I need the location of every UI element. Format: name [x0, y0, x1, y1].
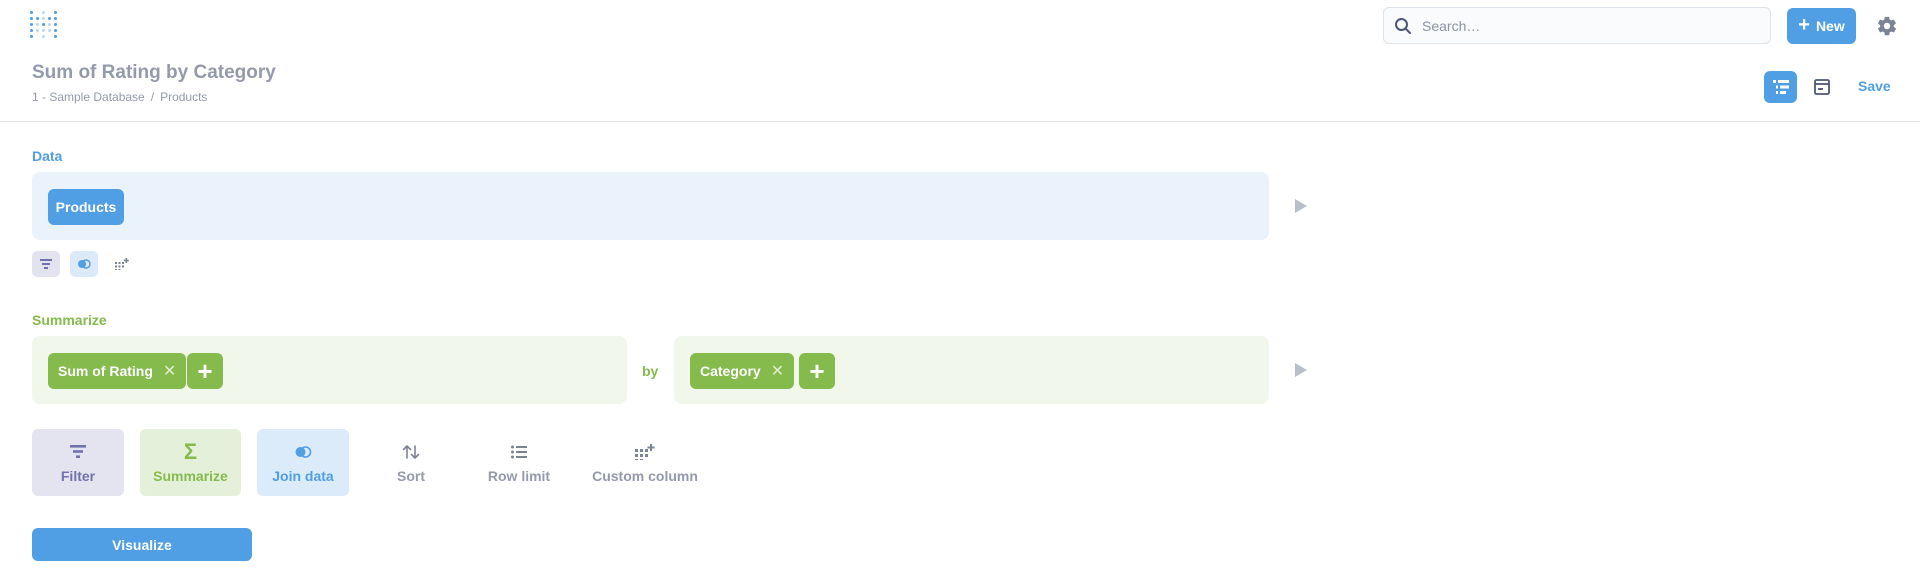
plus-icon: + — [1798, 14, 1810, 36]
data-step-box — [32, 172, 1269, 240]
visualize-button[interactable]: Visualize — [32, 528, 252, 561]
add-metric-button[interactable]: + — [187, 353, 223, 389]
sql-editor-toggle-button[interactable] — [1810, 75, 1834, 99]
play-icon[interactable] — [1295, 199, 1307, 213]
breadcrumb: 1 - Sample Database / Products — [32, 90, 207, 104]
list-icon — [511, 442, 527, 462]
join-icon — [294, 442, 312, 462]
gear-icon[interactable] — [1876, 15, 1898, 37]
search-bar[interactable] — [1383, 7, 1771, 44]
breakout-pill-label: Category — [700, 363, 761, 379]
close-icon[interactable]: ✕ — [771, 361, 784, 381]
breakout-pill[interactable]: Category ✕ — [690, 353, 795, 389]
custom-column-action-label: Custom column — [592, 467, 698, 484]
header-divider — [0, 121, 1920, 122]
page-title[interactable]: Sum of Rating by Category — [32, 62, 276, 84]
sort-action-label: Sort — [397, 467, 425, 484]
play-icon[interactable] — [1295, 363, 1307, 377]
breadcrumb-table[interactable]: Products — [160, 90, 207, 104]
metric-pill[interactable]: Sum of Rating ✕ — [48, 353, 187, 389]
filter-action-button[interactable]: Filter — [32, 429, 124, 496]
summarize-action-button[interactable]: Σ Summarize — [140, 429, 241, 496]
quick-filter-button[interactable] — [32, 251, 60, 277]
search-icon — [1395, 17, 1411, 34]
notebook-toggle-button[interactable] — [1764, 71, 1797, 103]
metric-pill-label: Sum of Rating — [58, 363, 153, 379]
new-button-label: New — [1815, 18, 1845, 34]
custom-column-icon — [635, 442, 655, 462]
custom-column-icon — [115, 258, 129, 270]
notebook-icon — [1772, 80, 1789, 94]
plus-icon: + — [809, 356, 825, 386]
sort-icon — [402, 442, 420, 462]
join-action-label: Join data — [272, 467, 334, 484]
close-icon[interactable]: ✕ — [163, 361, 176, 381]
breadcrumb-database[interactable]: 1 - Sample Database — [32, 90, 145, 104]
join-icon — [78, 259, 91, 269]
join-action-button[interactable]: Join data — [257, 429, 349, 496]
breadcrumb-separator: / — [150, 90, 155, 104]
data-step-label: Data — [32, 148, 63, 164]
custom-column-action-button[interactable]: Custom column — [591, 429, 699, 496]
plus-icon: + — [197, 356, 213, 386]
by-label: by — [642, 363, 659, 379]
filter-action-label: Filter — [60, 467, 96, 484]
search-input[interactable] — [1422, 17, 1742, 34]
sql-editor-icon — [1814, 79, 1830, 95]
quick-join-button[interactable] — [70, 251, 98, 277]
quick-custom-column-button[interactable] — [108, 251, 136, 277]
summarize-step-label: Summarize — [32, 312, 107, 328]
top-nav: + New — [0, 0, 1920, 52]
summarize-action-label: Summarize — [153, 467, 228, 484]
row-limit-action-button[interactable]: Row limit — [481, 429, 557, 496]
sort-action-button[interactable]: Sort — [381, 429, 441, 496]
new-button[interactable]: + New — [1787, 8, 1856, 44]
add-breakout-button[interactable]: + — [799, 353, 835, 389]
filter-icon — [70, 442, 86, 462]
sigma-icon: Σ — [183, 438, 198, 464]
data-source-pill[interactable]: Products — [48, 189, 124, 225]
filter-icon — [40, 259, 52, 269]
row-limit-action-label: Row limit — [487, 467, 551, 484]
metabase-logo-icon[interactable] — [30, 11, 58, 41]
save-button[interactable]: Save — [1858, 78, 1891, 94]
